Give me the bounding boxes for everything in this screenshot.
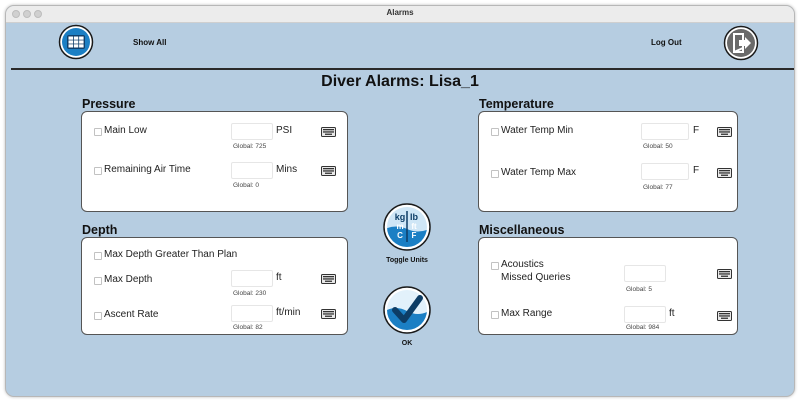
- page-title: Diver Alarms: Lisa_1: [321, 73, 479, 90]
- max-range-input[interactable]: [624, 306, 666, 323]
- grid-icon: [58, 24, 94, 60]
- max-range-checkbox[interactable]: [491, 311, 499, 319]
- svg-text:F: F: [412, 231, 417, 240]
- main-low-unit: PSI: [276, 125, 293, 136]
- water-temp-min-unit: F: [693, 125, 700, 136]
- keyboard-icon[interactable]: [321, 309, 336, 319]
- keyboard-icon[interactable]: [321, 127, 336, 137]
- pressure-panel: Main Low PSI Global: 725 Remaining Air T…: [81, 111, 348, 212]
- acoustics-label-line1: Acoustics: [501, 259, 544, 270]
- keyboard-icon[interactable]: [717, 269, 732, 279]
- title-bar: Alarms: [6, 6, 794, 23]
- toggle-units-label: Toggle Units: [386, 257, 428, 264]
- max-depth-global: Global: 230: [233, 290, 267, 297]
- acoustics-checkbox[interactable]: [491, 262, 499, 270]
- ascent-rate-input[interactable]: [231, 305, 273, 322]
- remaining-air-global: Global: 0: [233, 182, 260, 189]
- max-depth-label: Max Depth: [104, 274, 153, 285]
- water-temp-min-label: Water Temp Min: [501, 125, 574, 136]
- svg-text:lb: lb: [410, 212, 419, 222]
- water-temp-min-checkbox[interactable]: [491, 128, 499, 136]
- temperature-panel: Water Temp Min F Global: 50 Water Temp M…: [478, 111, 738, 212]
- water-temp-max-global: Global: 77: [643, 184, 673, 191]
- pressure-title: Pressure: [82, 97, 136, 111]
- main-low-global: Global: 725: [233, 143, 267, 150]
- logout-icon: [723, 25, 759, 61]
- miscellaneous-title: Miscellaneous: [479, 223, 565, 237]
- depth-title: Depth: [82, 223, 118, 237]
- remaining-air-label: Remaining Air Time: [104, 164, 191, 175]
- miscellaneous-panel: Acoustics Missed Queries Global: 5 Max R…: [478, 237, 738, 335]
- remaining-air-unit: Mins: [276, 164, 298, 175]
- svg-text:ft: ft: [411, 222, 417, 231]
- log-out-label: Log Out: [651, 38, 682, 47]
- ok-label: OK: [401, 340, 413, 347]
- header-divider: [11, 68, 794, 70]
- keyboard-icon[interactable]: [717, 311, 732, 321]
- acoustics-label-line2: Missed Queries: [501, 272, 571, 283]
- max-depth-unit: ft: [276, 272, 282, 283]
- keyboard-icon[interactable]: [321, 166, 336, 176]
- show-all-label: Show All: [133, 38, 167, 47]
- water-temp-min-input[interactable]: [641, 123, 689, 140]
- ascent-rate-unit: ft/min: [276, 307, 301, 318]
- temperature-title: Temperature: [479, 97, 554, 111]
- app-window: Alarms Show All Log Out Diver Alarms: Li…: [5, 5, 795, 397]
- water-temp-max-label: Water Temp Max: [501, 167, 577, 178]
- main-low-label: Main Low: [104, 125, 147, 136]
- svg-text:m: m: [396, 222, 403, 231]
- main-low-checkbox[interactable]: [94, 128, 102, 136]
- acoustics-global: Global: 5: [626, 286, 653, 293]
- max-range-global: Global: 984: [626, 324, 660, 331]
- svg-text:kg: kg: [395, 212, 406, 222]
- main-low-input[interactable]: [231, 123, 273, 140]
- ascent-rate-global: Global: 82: [233, 324, 263, 331]
- water-temp-min-global: Global: 50: [643, 143, 673, 150]
- max-depth-input[interactable]: [231, 270, 273, 287]
- toggle-units-icon: kg lb m ft C F: [383, 203, 431, 251]
- keyboard-icon[interactable]: [717, 168, 732, 178]
- remaining-air-checkbox[interactable]: [94, 167, 102, 175]
- max-depth-checkbox[interactable]: [94, 277, 102, 285]
- water-temp-max-input[interactable]: [641, 163, 689, 180]
- acoustics-input[interactable]: [624, 265, 666, 282]
- ascent-rate-label: Ascent Rate: [104, 309, 159, 320]
- max-range-label: Max Range: [501, 308, 553, 319]
- keyboard-icon[interactable]: [717, 127, 732, 137]
- checkmark-icon: [383, 286, 431, 334]
- water-temp-max-checkbox[interactable]: [491, 170, 499, 178]
- svg-text:C: C: [397, 231, 403, 240]
- water-temp-max-unit: F: [693, 165, 700, 176]
- max-range-unit: ft: [669, 308, 675, 319]
- max-depth-plan-label: Max Depth Greater Than Plan: [104, 249, 238, 260]
- depth-panel: Max Depth Greater Than Plan Max Depth ft…: [81, 237, 348, 335]
- remaining-air-input[interactable]: [231, 162, 273, 179]
- window-title: Alarms: [386, 8, 414, 17]
- ascent-rate-checkbox[interactable]: [94, 312, 102, 320]
- keyboard-icon[interactable]: [321, 274, 336, 284]
- max-depth-plan-checkbox[interactable]: [94, 252, 102, 260]
